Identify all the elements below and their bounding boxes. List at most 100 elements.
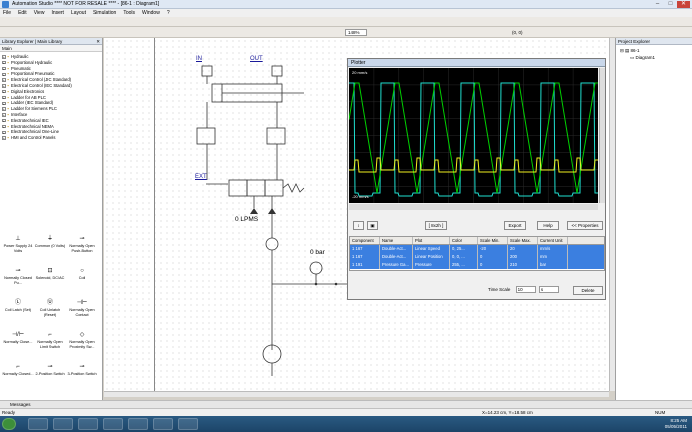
expand-icon[interactable]: + bbox=[2, 60, 6, 65]
label-in[interactable]: IN bbox=[196, 56, 202, 62]
component-item[interactable]: ⊸ Normally Open Push-Button bbox=[66, 235, 98, 259]
menu-tools[interactable]: Tools bbox=[123, 9, 135, 17]
component-label: Coil Unlatch (Reset) bbox=[39, 308, 61, 317]
expand-icon[interactable]: + bbox=[2, 118, 6, 123]
component-item[interactable]: ⌐ Normally Closed... bbox=[2, 363, 34, 387]
table-cell: 255, ... bbox=[450, 261, 478, 269]
component-item[interactable]: Ⓤ Coil Unlatch (Reset) bbox=[34, 299, 66, 323]
close-button[interactable]: ✕ bbox=[677, 1, 690, 8]
component-symbol-icon: ⊥ bbox=[15, 236, 21, 243]
expand-icon[interactable]: + bbox=[2, 72, 6, 77]
expand-icon[interactable]: + bbox=[2, 130, 6, 134]
project-node[interactable]: ⊟ ▤ 86-1 bbox=[620, 47, 688, 54]
component-item[interactable]: ⏚ Common (0 Volts) bbox=[34, 235, 66, 259]
component-item[interactable]: ⊥ Power Supply 24 Volts bbox=[2, 235, 34, 259]
column-header: Color bbox=[450, 237, 478, 244]
label-out[interactable]: OUT bbox=[250, 56, 263, 62]
table-cell: Pressure bbox=[413, 261, 450, 269]
component-item[interactable]: ⊸ 2-Position Switch bbox=[34, 363, 66, 387]
expand-icon[interactable]: + bbox=[2, 78, 6, 82]
title-bar: Automation Studio **** NOT FOR RESALE **… bbox=[0, 0, 692, 9]
start-button[interactable] bbox=[2, 418, 16, 430]
component-item[interactable]: ○ Coil bbox=[66, 267, 98, 291]
expand-icon[interactable]: + bbox=[2, 89, 6, 94]
taskbar-ie-icon[interactable] bbox=[28, 418, 48, 430]
taskbar-chrome-icon[interactable] bbox=[128, 418, 148, 430]
pressure-readout: 0 bar bbox=[310, 249, 325, 256]
maximize-button[interactable]: □ bbox=[664, 1, 677, 8]
expand-icon[interactable]: + bbox=[2, 55, 6, 59]
component-item[interactable]: ⌐ Normally Open Limit Switch bbox=[34, 331, 66, 355]
diagram-node[interactable]: ▭ Diagram1 bbox=[620, 54, 688, 61]
column-header: Plot bbox=[413, 237, 450, 244]
menu-view[interactable]: View bbox=[34, 9, 45, 17]
taskbar-app-icon[interactable] bbox=[103, 418, 123, 430]
window-title: Automation Studio **** NOT FOR RESALE **… bbox=[12, 1, 160, 7]
menu-edit[interactable]: Edit bbox=[18, 9, 27, 17]
expand-icon[interactable]: + bbox=[2, 95, 6, 100]
component-label: Normally Open Proximity Sw... bbox=[69, 340, 95, 349]
plot-zoom-button[interactable]: [ 8x2h ] bbox=[425, 221, 447, 230]
component-label: Normally Closed Pu... bbox=[4, 276, 32, 285]
component-item[interactable]: ⊣/⊢ Normally Close... bbox=[2, 331, 34, 355]
menu-insert[interactable]: Insert bbox=[51, 9, 64, 17]
cursor-tool-button[interactable]: ↕ bbox=[353, 221, 364, 230]
plot-hscroll[interactable] bbox=[349, 204, 598, 210]
component-item[interactable]: ⊡ Solenoid, DC/AC bbox=[34, 267, 66, 291]
table-cell: 200 bbox=[508, 253, 538, 261]
component-symbol-icon: ◇ bbox=[79, 332, 85, 339]
table-cell: mm bbox=[538, 253, 568, 261]
taskbar-media-icon[interactable] bbox=[53, 418, 73, 430]
standard-toolbar bbox=[0, 17, 692, 27]
label-ext[interactable]: EXT bbox=[195, 174, 207, 180]
expand-icon[interactable]: + bbox=[2, 101, 6, 106]
tank-return-left bbox=[250, 208, 258, 214]
taskbar-automation-studio-icon[interactable] bbox=[178, 418, 198, 430]
menu-window[interactable]: Window bbox=[142, 9, 160, 17]
library-tab-label: Main bbox=[2, 46, 12, 51]
export-button[interactable]: Export bbox=[504, 221, 526, 230]
component-item[interactable]: Ⓛ Coil Latch (Set) bbox=[2, 299, 34, 323]
table-cell: 0 bbox=[478, 261, 508, 269]
table-row[interactable]: 1 167 Double-Act... Linear Position 0, 0, .… bbox=[350, 253, 604, 261]
status-bar: Ready X=14.23 cm, Y=18.58 cm NUM bbox=[0, 408, 692, 416]
expand-icon[interactable]: + bbox=[2, 84, 6, 88]
simulation-toolbar: 148% (0, 0) bbox=[0, 27, 692, 38]
expand-icon[interactable]: + bbox=[2, 124, 6, 129]
plot-vscroll[interactable] bbox=[599, 68, 605, 203]
library-tree-item[interactable]: + ▪ HMI and Control Panels bbox=[2, 135, 102, 141]
help-button[interactable]: Help bbox=[537, 221, 559, 230]
panel-close-icon[interactable]: ✕ bbox=[96, 38, 100, 45]
expand-icon[interactable]: + bbox=[2, 113, 6, 117]
library-panel-header: Library Explorer | Main Library ✕ bbox=[0, 38, 102, 45]
menu-layout[interactable]: Layout bbox=[71, 9, 86, 17]
menu-help[interactable]: ? bbox=[167, 9, 170, 17]
sensor-in-symbol bbox=[201, 65, 213, 77]
component-item[interactable]: ⊸ Normally Closed Pu... bbox=[2, 267, 34, 291]
component-item[interactable]: ⊸ 3-Position Switch bbox=[66, 363, 98, 387]
component-item[interactable]: ⊣⊢ Normally Open Contact bbox=[66, 299, 98, 323]
table-row[interactable]: 1 167 Double-Act... Linear Speed 0, 25... -2… bbox=[350, 245, 604, 253]
expand-icon[interactable]: + bbox=[2, 136, 6, 140]
delete-button[interactable]: Delete bbox=[573, 286, 603, 295]
table-row[interactable]: 1 191 Pressure Ga... Pressure 255, ... 0 210 b… bbox=[350, 261, 604, 269]
time-scale-input[interactable]: 10 bbox=[515, 286, 536, 293]
pressure-gauge-symbol bbox=[309, 261, 323, 275]
properties-button[interactable]: << Properties bbox=[567, 221, 603, 230]
column-header: Name bbox=[380, 237, 413, 244]
expand-icon[interactable]: + bbox=[2, 66, 6, 71]
library-tab-main[interactable]: Main bbox=[0, 45, 102, 52]
component-item[interactable]: ◇ Normally Open Proximity Sw... bbox=[66, 331, 98, 355]
expand-icon[interactable]: + bbox=[2, 107, 6, 111]
menu-simulation[interactable]: Simulation bbox=[93, 9, 116, 17]
canvas-horizontal-scrollbar[interactable] bbox=[104, 391, 609, 397]
component-label: Common (0 Volts) bbox=[34, 244, 66, 248]
taskbar-app2-icon[interactable] bbox=[153, 418, 173, 430]
zoom-select[interactable]: 148% bbox=[345, 29, 367, 36]
time-scale-unit-select[interactable]: s bbox=[538, 286, 559, 293]
menu-file[interactable]: File bbox=[3, 9, 11, 17]
zoom-tool-button[interactable]: ▣ bbox=[367, 221, 378, 230]
minimize-button[interactable]: – bbox=[651, 1, 664, 8]
taskbar-explorer-icon[interactable] bbox=[78, 418, 98, 430]
messages-tab[interactable]: Messages bbox=[0, 400, 692, 408]
